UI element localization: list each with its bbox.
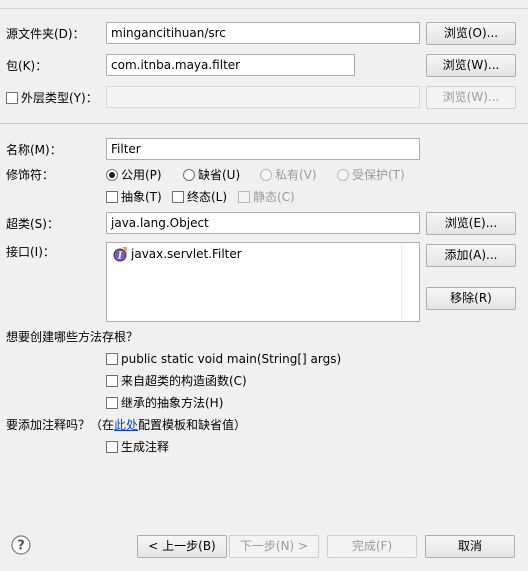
- default-radio-label: 缺省(U): [198, 168, 241, 182]
- constructors-label: 来自超类的构造函数(C): [121, 374, 247, 388]
- configure-templates-link[interactable]: 此处: [114, 418, 138, 432]
- enclosing-type-label: 外层类型(Y)：: [21, 91, 98, 105]
- browse-superclass-button[interactable]: 浏览(E)...: [426, 212, 516, 235]
- final-checkbox[interactable]: [172, 191, 184, 203]
- interface-item-label: javax.servlet.Filter: [131, 247, 242, 261]
- add-interface-button[interactable]: 添加(A)...: [426, 244, 516, 267]
- private-radio-label: 私有(V): [275, 168, 317, 182]
- superclass-input[interactable]: java.lang.Object: [106, 212, 420, 234]
- main-method-label: public static void main(String[] args): [121, 352, 342, 366]
- protected-radio: [337, 169, 349, 181]
- comments-question-prefix: 要添加注释吗？（在: [6, 418, 115, 432]
- browse-enclosing-type-button: 浏览(W)...: [426, 86, 516, 109]
- comments-question: 要添加注释吗？（在此处配置模板和缺省值）: [6, 417, 246, 433]
- final-checkbox-label: 终态(L): [187, 190, 228, 204]
- name-input[interactable]: Filter: [106, 138, 420, 160]
- svg-text:?: ?: [17, 539, 25, 554]
- generate-comments-label: 生成注释: [121, 440, 170, 454]
- next-button: 下一步(N) >: [229, 535, 319, 558]
- public-radio[interactable]: [106, 169, 118, 181]
- source-folder-label: 源文件夹(D)：: [6, 27, 85, 41]
- inherited-abstract-checkbox[interactable]: [106, 397, 118, 409]
- list-item[interactable]: I javax.servlet.Filter: [111, 245, 411, 263]
- abstract-checkbox[interactable]: [106, 191, 118, 203]
- package-label: 包(K)：: [6, 59, 48, 73]
- default-radio[interactable]: [183, 169, 195, 181]
- section-divider: [0, 123, 528, 124]
- main-method-checkbox[interactable]: [106, 353, 118, 365]
- browse-package-button[interactable]: 浏览(W)...: [426, 54, 516, 77]
- top-divider: [0, 8, 528, 9]
- private-radio: [260, 169, 272, 181]
- modifiers-label: 修饰符：: [6, 168, 55, 182]
- source-folder-input[interactable]: mingancitihuan/src: [106, 22, 420, 44]
- constructors-checkbox[interactable]: [106, 375, 118, 387]
- package-input[interactable]: com.itnba.maya.filter: [106, 54, 355, 76]
- interfaces-list-scroll-gutter: [401, 243, 420, 321]
- static-checkbox-label: 静态(C): [253, 190, 295, 204]
- interface-icon: I: [113, 247, 127, 262]
- superclass-label: 超类(S)：: [6, 217, 59, 231]
- protected-radio-label: 受保护(T): [352, 168, 405, 182]
- comments-question-suffix: 配置模板和缺省值）: [138, 418, 247, 432]
- enclosing-type-checkbox[interactable]: [6, 92, 18, 104]
- back-button[interactable]: < 上一步(B): [137, 535, 227, 558]
- abstract-checkbox-label: 抽象(T): [121, 190, 162, 204]
- help-icon[interactable]: ?: [11, 535, 31, 555]
- static-checkbox: [238, 191, 250, 203]
- stubs-question: 想要创建哪些方法存根？: [6, 330, 139, 344]
- interfaces-label: 接口(I)：: [6, 245, 55, 259]
- finish-button: 完成(F): [327, 535, 417, 558]
- name-label: 名称(M)：: [6, 143, 62, 157]
- inherited-abstract-label: 继承的抽象方法(H): [121, 396, 224, 410]
- cancel-button[interactable]: 取消: [425, 535, 515, 558]
- enclosing-type-input: [106, 86, 420, 108]
- interfaces-list[interactable]: I javax.servlet.Filter: [106, 242, 420, 322]
- remove-interface-button[interactable]: 移除(R): [426, 287, 516, 310]
- browse-source-folder-button[interactable]: 浏览(O)...: [426, 22, 516, 45]
- generate-comments-checkbox[interactable]: [106, 441, 118, 453]
- svg-text:I: I: [117, 252, 123, 262]
- public-radio-label: 公用(P): [121, 168, 162, 182]
